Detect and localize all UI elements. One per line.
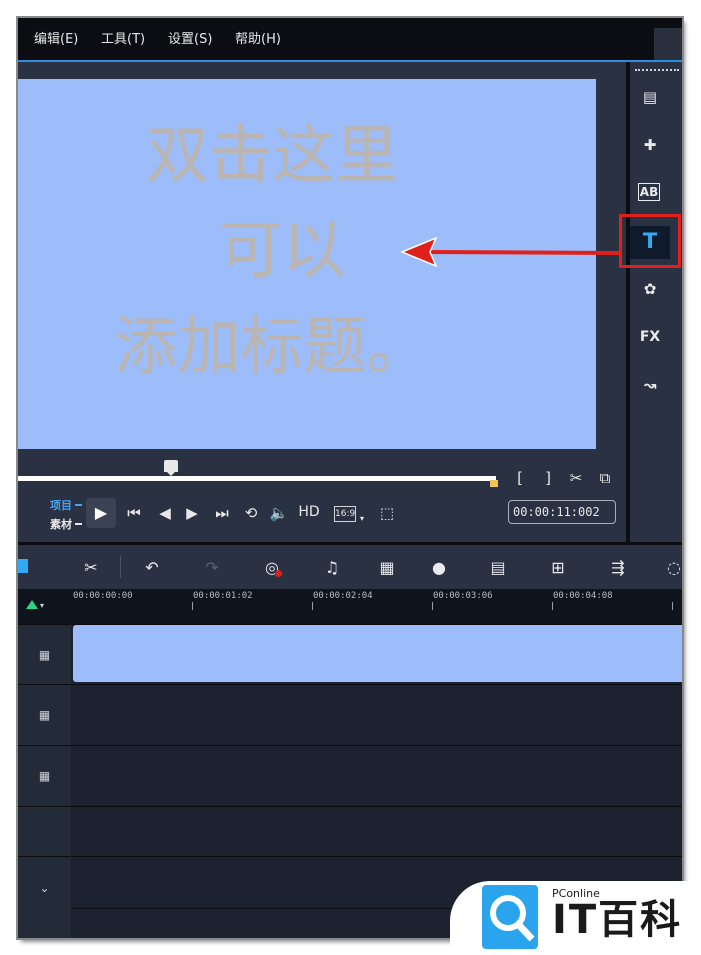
pconline-logo-icon: [482, 885, 538, 949]
annotation-arrow: [400, 236, 620, 268]
watermark-title: IT百科: [552, 897, 683, 943]
arrow-shaft: [424, 250, 620, 255]
